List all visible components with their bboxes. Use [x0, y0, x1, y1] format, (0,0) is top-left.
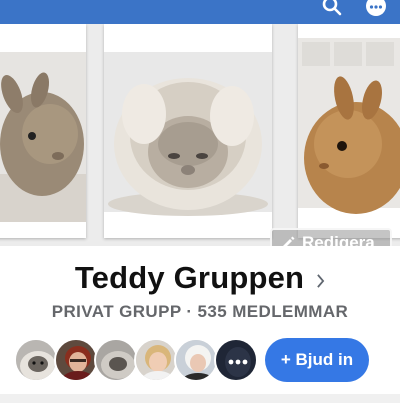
avatar-woman-blonde[interactable]	[134, 338, 178, 382]
avatar-bunny[interactable]	[14, 338, 58, 382]
member-avatars[interactable]	[14, 338, 258, 382]
top-bar	[0, 0, 400, 24]
invite-label: + Bjud in	[280, 350, 354, 369]
group-name[interactable]: Teddy Gruppen	[75, 260, 304, 296]
avatar-bunny-2[interactable]	[94, 338, 138, 382]
avatar-more[interactable]	[214, 338, 258, 382]
edit-cover-label: Redigera	[302, 233, 375, 246]
chevron-right-icon[interactable]	[316, 274, 325, 288]
group-title-row[interactable]: Teddy Gruppen	[0, 258, 400, 298]
section-divider	[0, 394, 400, 403]
avatar-woman-red[interactable]	[54, 338, 98, 382]
fluffy-bunny-photo[interactable]	[104, 24, 272, 238]
cover-photo-strip[interactable]: Redigera	[0, 24, 400, 246]
avatar-woman-white-hair[interactable]	[174, 338, 218, 382]
brown-bunny-photo[interactable]	[298, 24, 400, 238]
more-icon[interactable]	[364, 0, 388, 18]
pencil-icon	[283, 236, 295, 246]
edit-cover-button[interactable]: Redigera	[270, 228, 392, 246]
bunny-photo-left[interactable]	[0, 24, 86, 238]
search-icon[interactable]	[320, 0, 344, 18]
invite-button[interactable]: + Bjud in	[265, 338, 369, 382]
group-privacy-member-count: PRIVAT GRUPP · 535 MEDLEMMAR	[51, 302, 349, 321]
